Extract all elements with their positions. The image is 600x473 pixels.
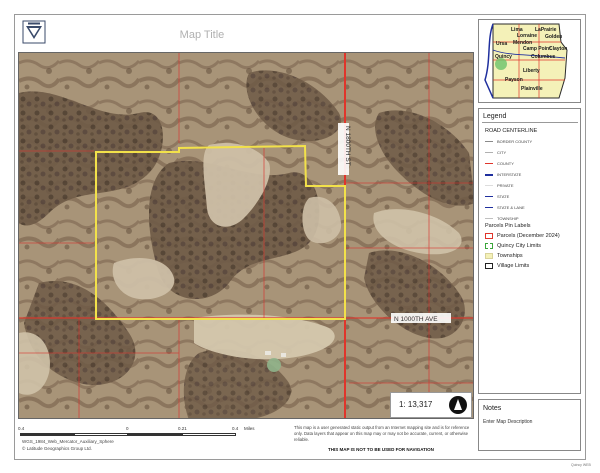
legend-item-quincy-city-limits: Quincy City Limits [485,242,541,250]
legend-panel: Legend ROAD CENTERLINE BORDER COUNTY CIT… [478,108,581,394]
scale-unit: Miles [244,426,255,431]
road-label-n-1800th-st: N 1800TH ST [344,126,351,166]
disclaimer: This map is a user generated static outp… [294,425,470,442]
legend-item-village-limits: Village Limits [485,262,529,270]
scale-tick-right: 0.4 [232,426,239,431]
legend-item-state: STATE [485,192,509,200]
notes-panel: Notes Enter Map Description [478,399,581,451]
north-arrow-icon [449,396,467,414]
legend-title: Legend [483,113,507,120]
overview-place-lorraine: Lorraine [517,33,537,39]
legend-item-county: COUNTY [485,159,514,167]
overview-place-camp-point: Camp Point [523,46,551,52]
legend-item-private: PRIVATE [485,181,514,189]
scale-ratio-box: 1: 13,317 [390,392,472,418]
legend-item-border-county: BORDER COUNTY [485,137,532,145]
legend-item-state-lane: STATE & LANE [485,203,525,211]
overview-place-liberty: Liberty [523,68,540,74]
overview-place-ursa: Ursa [496,41,507,47]
map-title[interactable]: Map Title [150,29,254,41]
aerial-map[interactable]: N 1800TH ST N 1000TH AVE [19,53,474,419]
legend-item-interstate: INTERSTATE [485,170,521,178]
scale-tick-mid: 0.21 [178,426,187,431]
scale-tick-zero: 0 [126,426,129,431]
overview-map-graphic: Lima LaPrairie Lorraine Golden Ursa Mend… [479,20,580,102]
notes-title: Notes [483,405,502,412]
legend-item-parcels: Parcels (December 2024) [485,232,560,240]
legend-road-centerline-heading: ROAD CENTERLINE [485,128,538,134]
overview-place-clayton: Clayton [549,46,567,52]
overview-place-payson: Payson [505,77,523,83]
legend-item-city: CITY [485,148,506,156]
overview-place-columbus: Columbus [531,54,556,60]
map-viewport[interactable]: N 1800TH ST N 1000TH AVE [18,52,474,419]
copyright: © Latitude Geographics Group Ltd. [22,446,92,451]
overview-place-golden: Golden [545,34,562,40]
scale-ratio: 1: 13,317 [399,400,433,409]
notes-description[interactable]: Enter Map Description [483,419,532,425]
navigation-warning: THIS MAP IS NOT TO BE USED FOR NAVIGATIO… [328,447,434,452]
legend-item-township: TOWNSHIP [485,214,518,222]
county-logo-icon [22,20,46,44]
overview-place-plainville: Plainville [521,86,543,92]
road-label-n-1000th-ave: N 1000TH AVE [394,316,438,323]
overview-place-quincy: Quincy [495,54,512,60]
legend-item-townships: Townships [485,252,523,260]
legend-divider [482,122,578,123]
legend-item-parcels-pin-labels: Parcels Pin Labels [485,223,531,229]
overview-map[interactable]: Lima LaPrairie Lorraine Golden Ursa Mend… [478,19,581,103]
overview-place-laprairie: LaPrairie [535,27,557,33]
footer-code: Quincy WEB [571,463,591,467]
scale-tick-left: 0.4 [18,426,25,431]
coordinate-system: WGS_1984_Web_Mercator_Auxiliary_Sphere [22,439,114,444]
